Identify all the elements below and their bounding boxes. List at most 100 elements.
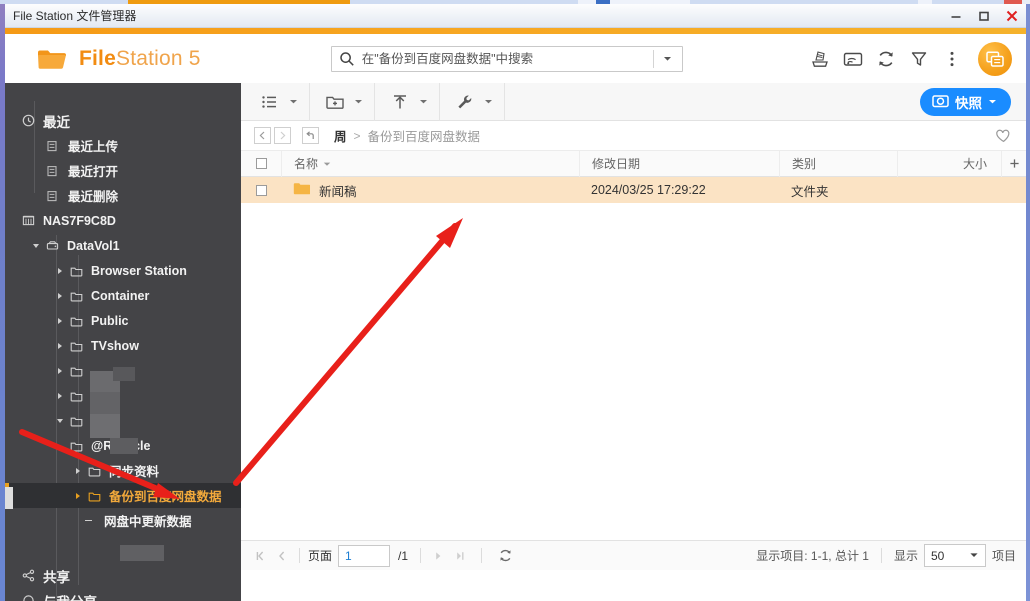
sidebar-item-label: 同步资料 xyxy=(109,465,160,479)
last-page-button[interactable] xyxy=(449,545,471,567)
folder-outline-icon xyxy=(67,365,85,377)
sidebar-item-datavol1[interactable]: DataVol1 xyxy=(5,233,241,258)
app-header: FileStation 5 xyxy=(5,34,1026,83)
camera-icon xyxy=(932,93,949,111)
upload-icon[interactable] xyxy=(385,87,415,117)
show-label: 显示 xyxy=(893,549,918,563)
caret-right-icon[interactable] xyxy=(53,317,67,324)
sidebar-item-tvshow[interactable]: TVshow xyxy=(5,333,241,358)
caret-down-icon[interactable] xyxy=(350,87,366,117)
heart-icon[interactable] xyxy=(995,128,1012,144)
refresh-button[interactable] xyxy=(494,545,516,567)
chevron-down-icon[interactable] xyxy=(654,53,682,64)
clock-icon xyxy=(19,114,37,127)
search-box[interactable] xyxy=(330,45,683,72)
row-name-cell[interactable]: 新闻稿 xyxy=(281,181,579,200)
prev-page-button[interactable] xyxy=(271,545,293,567)
file-list: 新闻稿 2024/03/25 17:29:22 文件夹 xyxy=(241,177,1026,540)
row-checkbox[interactable] xyxy=(241,184,281,196)
column-header-name[interactable]: 名称 xyxy=(281,150,579,177)
caret-right-icon[interactable] xyxy=(53,342,67,349)
caret-down-icon[interactable] xyxy=(285,87,301,117)
sidebar-item-public[interactable]: Public xyxy=(5,308,241,333)
add-column-button[interactable] xyxy=(1001,150,1026,177)
window-right-edge xyxy=(1026,4,1030,601)
caret-down-icon[interactable] xyxy=(29,243,43,248)
sidebar-item-recent-deleted[interactable]: 最近删除 xyxy=(5,183,241,208)
sidebar-item-shared-with-me[interactable]: 与我分享 xyxy=(5,588,241,601)
wrench-icon[interactable] xyxy=(450,87,480,117)
page-size-select[interactable]: 50 xyxy=(923,544,986,567)
folder-icon xyxy=(37,47,67,71)
column-header-size[interactable]: 大小 xyxy=(897,150,1001,177)
filter-icon[interactable] xyxy=(904,44,934,74)
sidebar-item-recent-upload[interactable]: 最近上传 xyxy=(5,133,241,158)
caret-down-icon[interactable] xyxy=(480,87,496,117)
scan-icon[interactable] xyxy=(805,44,835,74)
app-logo[interactable]: FileStation 5 xyxy=(5,47,201,71)
caret-right-icon[interactable] xyxy=(53,267,67,274)
breadcrumb-root[interactable]: 周 xyxy=(334,126,347,145)
page-total: /1 xyxy=(398,548,409,563)
caret-right-icon[interactable] xyxy=(71,492,85,499)
folder-outline-icon xyxy=(67,265,85,277)
snapshot-button[interactable]: 快照 xyxy=(920,87,1011,116)
first-page-button[interactable] xyxy=(249,545,271,567)
search-input[interactable] xyxy=(361,51,653,66)
sidebar-item-redacted[interactable] xyxy=(5,408,241,433)
caret-right-icon[interactable] xyxy=(53,292,67,299)
new-folder-icon[interactable] xyxy=(320,87,350,117)
volume-icon xyxy=(43,239,61,252)
caret-right-icon[interactable] xyxy=(53,392,67,399)
row-name-label: 新闻稿 xyxy=(319,184,357,199)
app-switcher-icon[interactable] xyxy=(978,41,1012,76)
sort-caret-icon xyxy=(323,157,331,171)
sidebar-item-sync-data[interactable]: 同步资料 xyxy=(5,458,241,483)
sidebar-item-container[interactable]: Container xyxy=(5,283,241,308)
status-right: 显示项目: 1-1, 总计 1 显示 50 项目 xyxy=(756,544,1026,567)
sidebar-item-shared[interactable]: 共享 xyxy=(5,563,241,588)
refresh-icon[interactable] xyxy=(871,44,901,74)
forward-button[interactable] xyxy=(274,127,291,144)
sidebar-item-cloud-update[interactable]: 网盘中更新数据 xyxy=(5,508,241,533)
sidebar-item-recent[interactable]: 最近 xyxy=(5,108,241,133)
up-button[interactable] xyxy=(302,127,319,144)
filestation-window: File Station 文件管理器 FileStation 5 在"备份到百度… xyxy=(0,0,1030,601)
column-header-date[interactable]: 修改日期 xyxy=(579,150,779,177)
main-panel: 快照 周 > 备份到百度网盘数据 名称 修改日期 类别 大小 新闻稿 2024/… xyxy=(241,82,1026,601)
more-vertical-icon[interactable] xyxy=(937,44,967,74)
page-input[interactable] xyxy=(338,544,391,567)
caret-down-icon[interactable] xyxy=(988,94,997,109)
caret-right-icon[interactable] xyxy=(53,367,67,374)
sidebar-item-browser-station[interactable]: Browser Station xyxy=(5,258,241,283)
maximize-button[interactable] xyxy=(970,4,998,28)
minimize-button[interactable] xyxy=(942,4,970,28)
items-suffix: 项目 xyxy=(991,549,1016,563)
sidebar-item-label: 最近打开 xyxy=(68,165,119,179)
caret-down-icon[interactable] xyxy=(415,87,431,117)
sidebar-item-nas[interactable]: NAS7F9C8D xyxy=(5,208,241,233)
caret-down-icon[interactable] xyxy=(53,418,67,423)
column-header-type[interactable]: 类别 xyxy=(779,150,897,177)
sidebar-item-label: 共享 xyxy=(43,569,70,585)
cast-icon[interactable] xyxy=(838,44,868,74)
next-page-button[interactable] xyxy=(427,545,449,567)
file-toolbar: 快照 xyxy=(241,82,1026,121)
sidebar-item-recent-opened[interactable]: 最近打开 xyxy=(5,158,241,183)
sidebar-item-redacted[interactable] xyxy=(5,383,241,408)
close-button[interactable] xyxy=(998,4,1026,28)
select-all-checkbox[interactable] xyxy=(241,158,281,169)
caret-right-icon[interactable] xyxy=(71,467,85,474)
folder-icon xyxy=(293,182,311,199)
sidebar-item-label: 与我分享 xyxy=(43,591,97,601)
doc-icon xyxy=(43,140,61,152)
breadcrumb-separator: > xyxy=(353,128,361,143)
sidebar-item-baidu-backup[interactable]: 备份到百度网盘数据 xyxy=(5,483,241,508)
column-label: 名称 xyxy=(294,157,319,171)
redaction-block xyxy=(113,367,135,381)
back-button[interactable] xyxy=(254,127,271,144)
folder-outline-icon xyxy=(67,390,85,402)
sidebar-item-label: DataVol1 xyxy=(67,238,120,253)
list-view-icon[interactable] xyxy=(255,87,285,117)
table-row[interactable]: 新闻稿 2024/03/25 17:29:22 文件夹 xyxy=(241,177,1026,203)
